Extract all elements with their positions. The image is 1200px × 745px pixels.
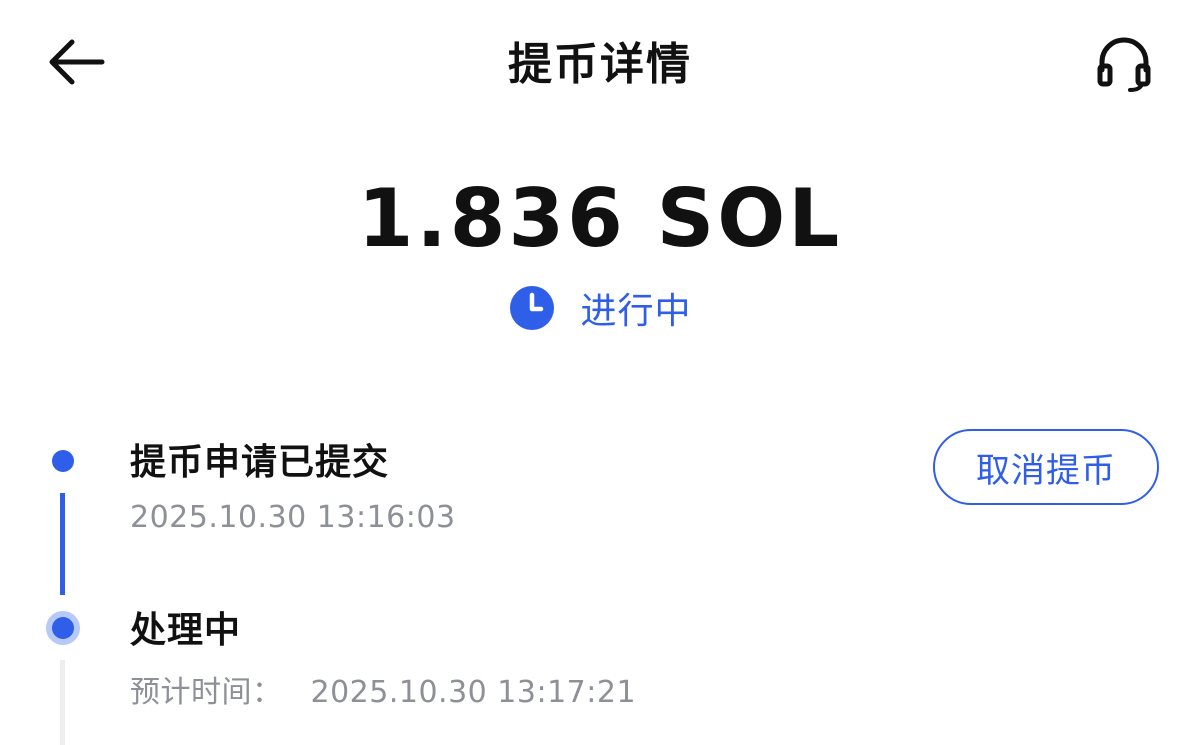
status-text: 进行中 [580, 291, 692, 332]
timeline-line-pending [60, 660, 65, 745]
step-time-processing: 预计时间： 2025.10.30 13:17:21 [130, 667, 636, 711]
step-title-submitted: 提币申请已提交 [130, 442, 390, 483]
timeline-dot-submitted [52, 450, 74, 472]
estimated-time-value: 2025.10.30 13:17:21 [310, 675, 637, 710]
estimated-time-label: 预计时间： [130, 675, 283, 710]
clock-icon [510, 286, 555, 330]
page-title: 提币详情 [508, 39, 692, 90]
headphones-icon [1097, 37, 1151, 92]
withdrawal-detail-page: 提币详情 1.836 SOL 进行中 提币申请已提交 2025.10.30 13… [0, 0, 1200, 745]
cancel-withdrawal-button[interactable]: 取消提币 [933, 429, 1159, 505]
withdrawal-amount: 1.836 SOL [357, 172, 843, 265]
timeline-dot-processing [52, 617, 74, 639]
timeline-line-done [60, 493, 65, 595]
status-row: 进行中 [0, 282, 1200, 334]
step-time-submitted: 2025.10.30 13:16:03 [130, 500, 456, 535]
step-title-processing: 处理中 [130, 610, 242, 651]
customer-support-button[interactable] [1092, 30, 1156, 94]
